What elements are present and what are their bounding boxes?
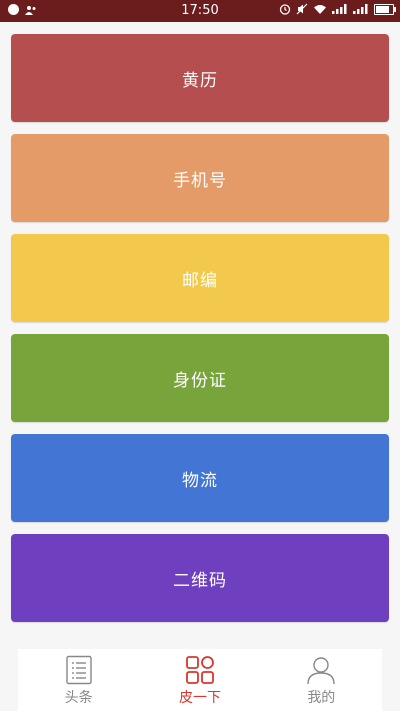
tab-profile[interactable]: 我的 — [261, 649, 382, 711]
tab-fun[interactable]: 皮一下 — [139, 649, 260, 711]
person-icon — [307, 657, 336, 685]
signal-icon — [332, 4, 347, 14]
id-card-button[interactable]: 身份证 — [11, 334, 389, 422]
almanac-button[interactable]: 黄历 — [11, 34, 389, 122]
tab-headlines[interactable]: 头条 — [18, 649, 139, 711]
postcode-button[interactable]: 邮编 — [11, 234, 389, 322]
news-list-icon — [65, 655, 92, 685]
logistics-button-label: 物流 — [182, 470, 218, 491]
battery-icon — [374, 3, 396, 15]
tab-headlines-label: 头条 — [64, 690, 93, 706]
wifi-icon — [314, 4, 326, 14]
phone-number-button-label: 手机号 — [173, 170, 227, 191]
mute-icon — [296, 3, 308, 15]
id-card-button-label: 身份证 — [173, 370, 227, 391]
status-bar-right — [279, 3, 396, 15]
app-screen: 17:50 黄历 手机号 邮编 身份证 物流 二维码 头条 皮一下 我的 — [0, 0, 400, 711]
status-bar: 17:50 — [0, 0, 400, 22]
bottom-tab-bar: 头条 皮一下 我的 — [18, 649, 382, 711]
qr-code-button-label: 二维码 — [173, 570, 227, 591]
signal-icon — [353, 4, 368, 14]
grid-apps-icon — [186, 656, 214, 684]
tab-profile-label: 我的 — [307, 690, 336, 706]
feature-menu: 黄历 手机号 邮编 身份证 物流 二维码 — [11, 34, 389, 634]
almanac-button-label: 黄历 — [182, 70, 218, 91]
qr-code-button[interactable]: 二维码 — [11, 534, 389, 622]
phone-number-button[interactable]: 手机号 — [11, 134, 389, 222]
tab-fun-label: 皮一下 — [178, 690, 221, 706]
logistics-button[interactable]: 物流 — [11, 434, 389, 522]
postcode-button-label: 邮编 — [182, 270, 218, 291]
alarm-icon — [279, 4, 291, 15]
